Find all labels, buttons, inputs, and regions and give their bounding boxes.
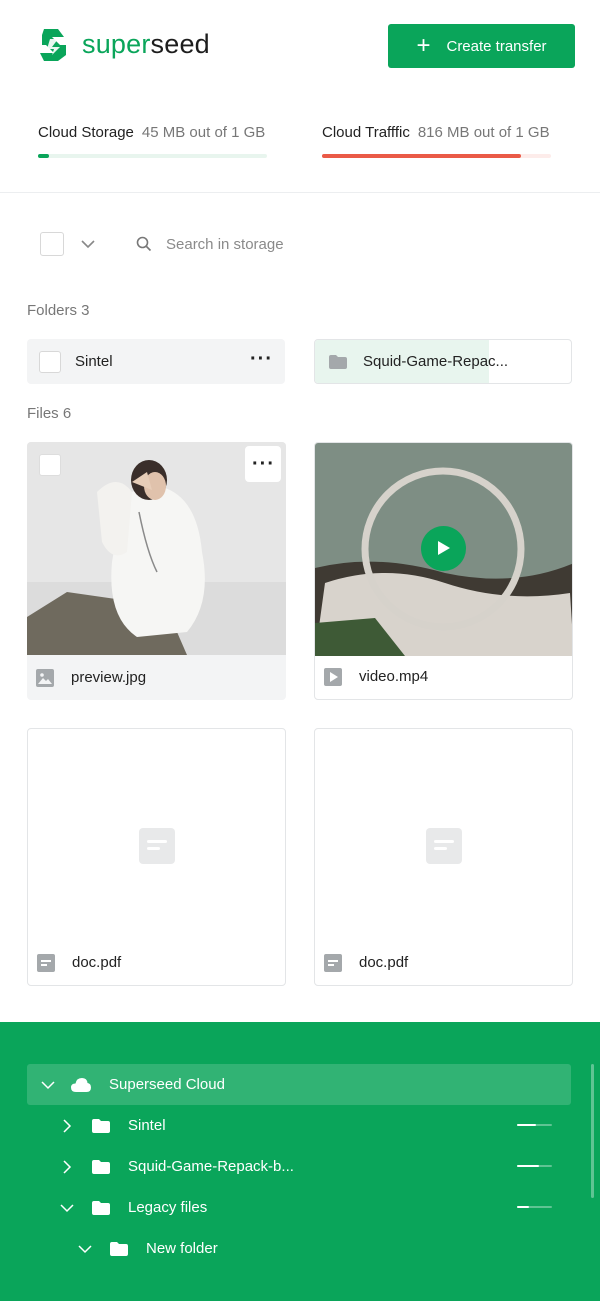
folder-icon — [329, 354, 347, 369]
file-name: doc.pdf — [72, 954, 122, 971]
chevron-down-icon[interactable] — [80, 239, 96, 249]
chevron-down-icon[interactable] — [78, 1242, 92, 1256]
file-checkbox[interactable] — [39, 454, 61, 476]
play-icon — [438, 541, 450, 555]
tree-scrollbar[interactable] — [591, 1064, 594, 1198]
app-header: superseed + Create transfer — [0, 0, 600, 92]
superseed-logo[interactable]: superseed — [38, 25, 210, 63]
more-options-button[interactable]: ··· — [245, 446, 281, 482]
file-footer: video.mp4 — [315, 654, 572, 699]
tree-usage-fill — [517, 1206, 530, 1208]
traffic-progress-fill — [322, 154, 522, 158]
chevron-down-icon[interactable] — [60, 1201, 74, 1215]
file-footer: doc.pdf — [315, 940, 572, 985]
folder-card-uploading[interactable]: Squid-Game-Repac... — [314, 339, 572, 384]
cloud-traffic-usage: Cloud Trafffic 816 MB out of 1 GB — [322, 124, 550, 141]
create-transfer-button[interactable]: + Create transfer — [388, 24, 575, 68]
traffic-value: 816 MB out of 1 GB — [417, 124, 550, 141]
folder-icon — [110, 1241, 128, 1256]
storage-progress-bar — [38, 154, 267, 158]
document-icon — [324, 953, 342, 972]
tree-usage-bar — [517, 1124, 552, 1126]
storage-progress-fill — [38, 154, 50, 158]
file-card[interactable]: doc.pdf — [314, 728, 573, 986]
folders-heading: Folders 3 — [27, 302, 90, 319]
folder-icon — [92, 1159, 110, 1174]
tree-usage-bar — [517, 1206, 552, 1208]
folder-checkbox[interactable] — [39, 350, 61, 373]
create-transfer-label: Create transfer — [446, 37, 547, 55]
storage-toolbar — [40, 232, 366, 256]
tree-item-label: Squid-Game-Repack-b... — [128, 1158, 294, 1175]
search-icon — [136, 236, 152, 252]
tree-item-label: New folder — [146, 1240, 218, 1257]
folder-name: Squid-Game-Repac... — [363, 353, 509, 370]
chevron-down-icon[interactable] — [41, 1078, 55, 1092]
logo-wordmark: superseed — [82, 28, 210, 59]
more-options-icon[interactable]: ··· — [250, 349, 273, 369]
traffic-progress-bar — [322, 154, 551, 158]
tree-item-superseed-cloud[interactable]: Superseed Cloud — [27, 1064, 571, 1105]
tree-item-new-folder[interactable]: New folder — [78, 1228, 558, 1269]
file-name: doc.pdf — [359, 954, 409, 971]
folder-icon — [92, 1200, 110, 1215]
file-card[interactable]: ··· preview.jpg — [27, 442, 286, 700]
search-input[interactable] — [166, 235, 366, 253]
tree-usage-fill — [517, 1124, 537, 1126]
tree-item-label: Sintel — [128, 1117, 166, 1134]
tree-usage-bar — [517, 1165, 552, 1167]
file-footer: preview.jpg — [27, 655, 286, 700]
plus-icon: + — [416, 32, 431, 59]
tree-item-legacy-files[interactable]: Legacy files — [60, 1187, 560, 1228]
header-divider — [0, 192, 600, 193]
chevron-right-icon[interactable] — [60, 1118, 74, 1133]
tree-usage-fill — [517, 1165, 539, 1167]
file-card[interactable]: doc.pdf — [27, 728, 286, 986]
tree-item-label: Legacy files — [128, 1199, 208, 1216]
tree-item-sintel[interactable]: Sintel — [60, 1105, 560, 1146]
storage-value: 45 MB out of 1 GB — [141, 124, 266, 141]
storage-label: Cloud Storage — [38, 124, 134, 141]
files-heading: Files 6 — [27, 405, 72, 422]
tree-item-squid-game[interactable]: Squid-Game-Repack-b... — [60, 1146, 560, 1187]
document-icon — [139, 828, 175, 864]
play-button[interactable] — [421, 526, 466, 571]
tree-item-label: Superseed Cloud — [109, 1076, 225, 1093]
file-card[interactable]: video.mp4 — [314, 442, 573, 700]
cloud-icon — [71, 1077, 91, 1092]
image-icon — [36, 668, 54, 687]
traffic-label: Cloud Trafffic — [322, 124, 410, 141]
folder-name: Sintel — [75, 353, 113, 370]
chevron-right-icon[interactable] — [60, 1159, 74, 1174]
play-icon — [324, 667, 342, 686]
file-name: preview.jpg — [71, 669, 147, 686]
cloud-storage-usage: Cloud Storage 45 MB out of 1 GB — [38, 124, 265, 141]
folder-card[interactable]: Sintel ··· — [27, 339, 285, 384]
file-name: video.mp4 — [359, 668, 429, 685]
folder-icon — [92, 1118, 110, 1133]
more-options-icon: ··· — [252, 453, 275, 475]
document-icon — [37, 953, 55, 972]
file-footer: doc.pdf — [28, 940, 285, 985]
logo-icon — [40, 29, 66, 61]
select-all-checkbox[interactable] — [40, 232, 64, 256]
document-icon — [426, 828, 462, 864]
